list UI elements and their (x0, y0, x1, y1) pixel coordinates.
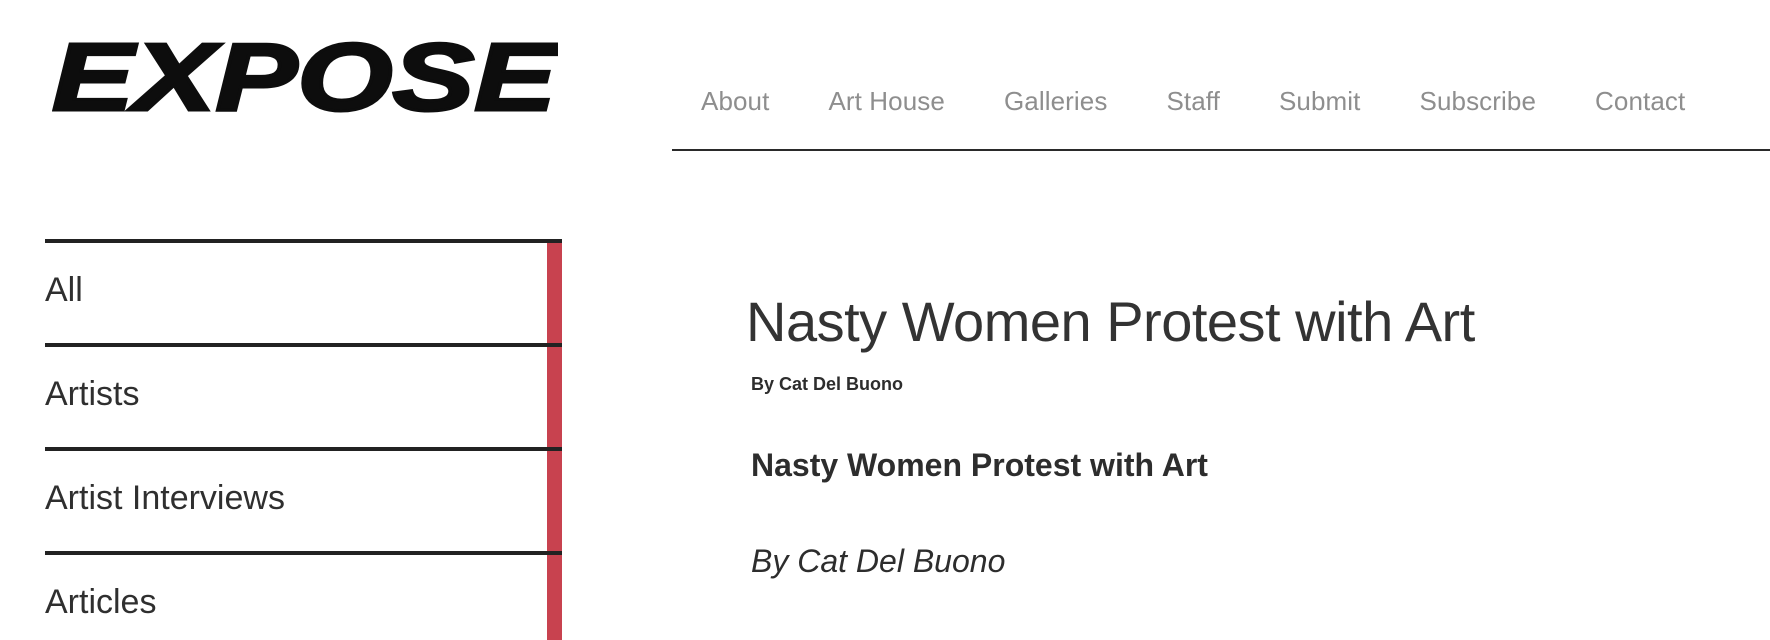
sidebar-item-artists[interactable]: Artists (45, 343, 562, 447)
sidebar-item-articles[interactable]: Articles (45, 551, 562, 640)
nav-item-contact[interactable]: Contact (1595, 86, 1685, 117)
nav-item-subscribe[interactable]: Subscribe (1420, 86, 1537, 117)
nav-item-galleries[interactable]: Galleries (1004, 86, 1108, 117)
nav-list: About Art House Galleries Staff Submit S… (701, 86, 1685, 117)
site-logo[interactable]: EXPOSE (52, 36, 558, 118)
sidebar-item-all[interactable]: All (45, 239, 562, 343)
sidebar-item-label: Artists (45, 375, 140, 413)
sidebar-item-label: All (45, 271, 83, 309)
top-nav: About Art House Galleries Staff Submit S… (672, 0, 1770, 151)
sidebar-item-label: Articles (45, 583, 157, 621)
article-heading: Nasty Women Protest with Art (751, 447, 1208, 483)
nav-item-art-house[interactable]: Art House (828, 86, 945, 117)
article-byline: By Cat Del Buono (751, 374, 904, 394)
article-byline-italic: By Cat Del Buono (751, 543, 1006, 579)
article-title: Nasty Women Protest with Art (746, 290, 1475, 353)
nav-item-about[interactable]: About (701, 86, 769, 117)
page: EXPOSE About Art House Galleries Staff S… (0, 0, 1770, 640)
nav-item-submit[interactable]: Submit (1279, 86, 1361, 117)
sidebar-item-artist-interviews[interactable]: Artist Interviews (45, 447, 562, 551)
category-sidebar: All Artists Artist Interviews Articles (45, 239, 562, 640)
nav-item-staff[interactable]: Staff (1166, 86, 1220, 117)
logo-wordmark-icon: EXPOSE (52, 36, 558, 118)
sidebar-item-label: Artist Interviews (45, 479, 285, 517)
logo-text: EXPOSE (52, 36, 558, 118)
